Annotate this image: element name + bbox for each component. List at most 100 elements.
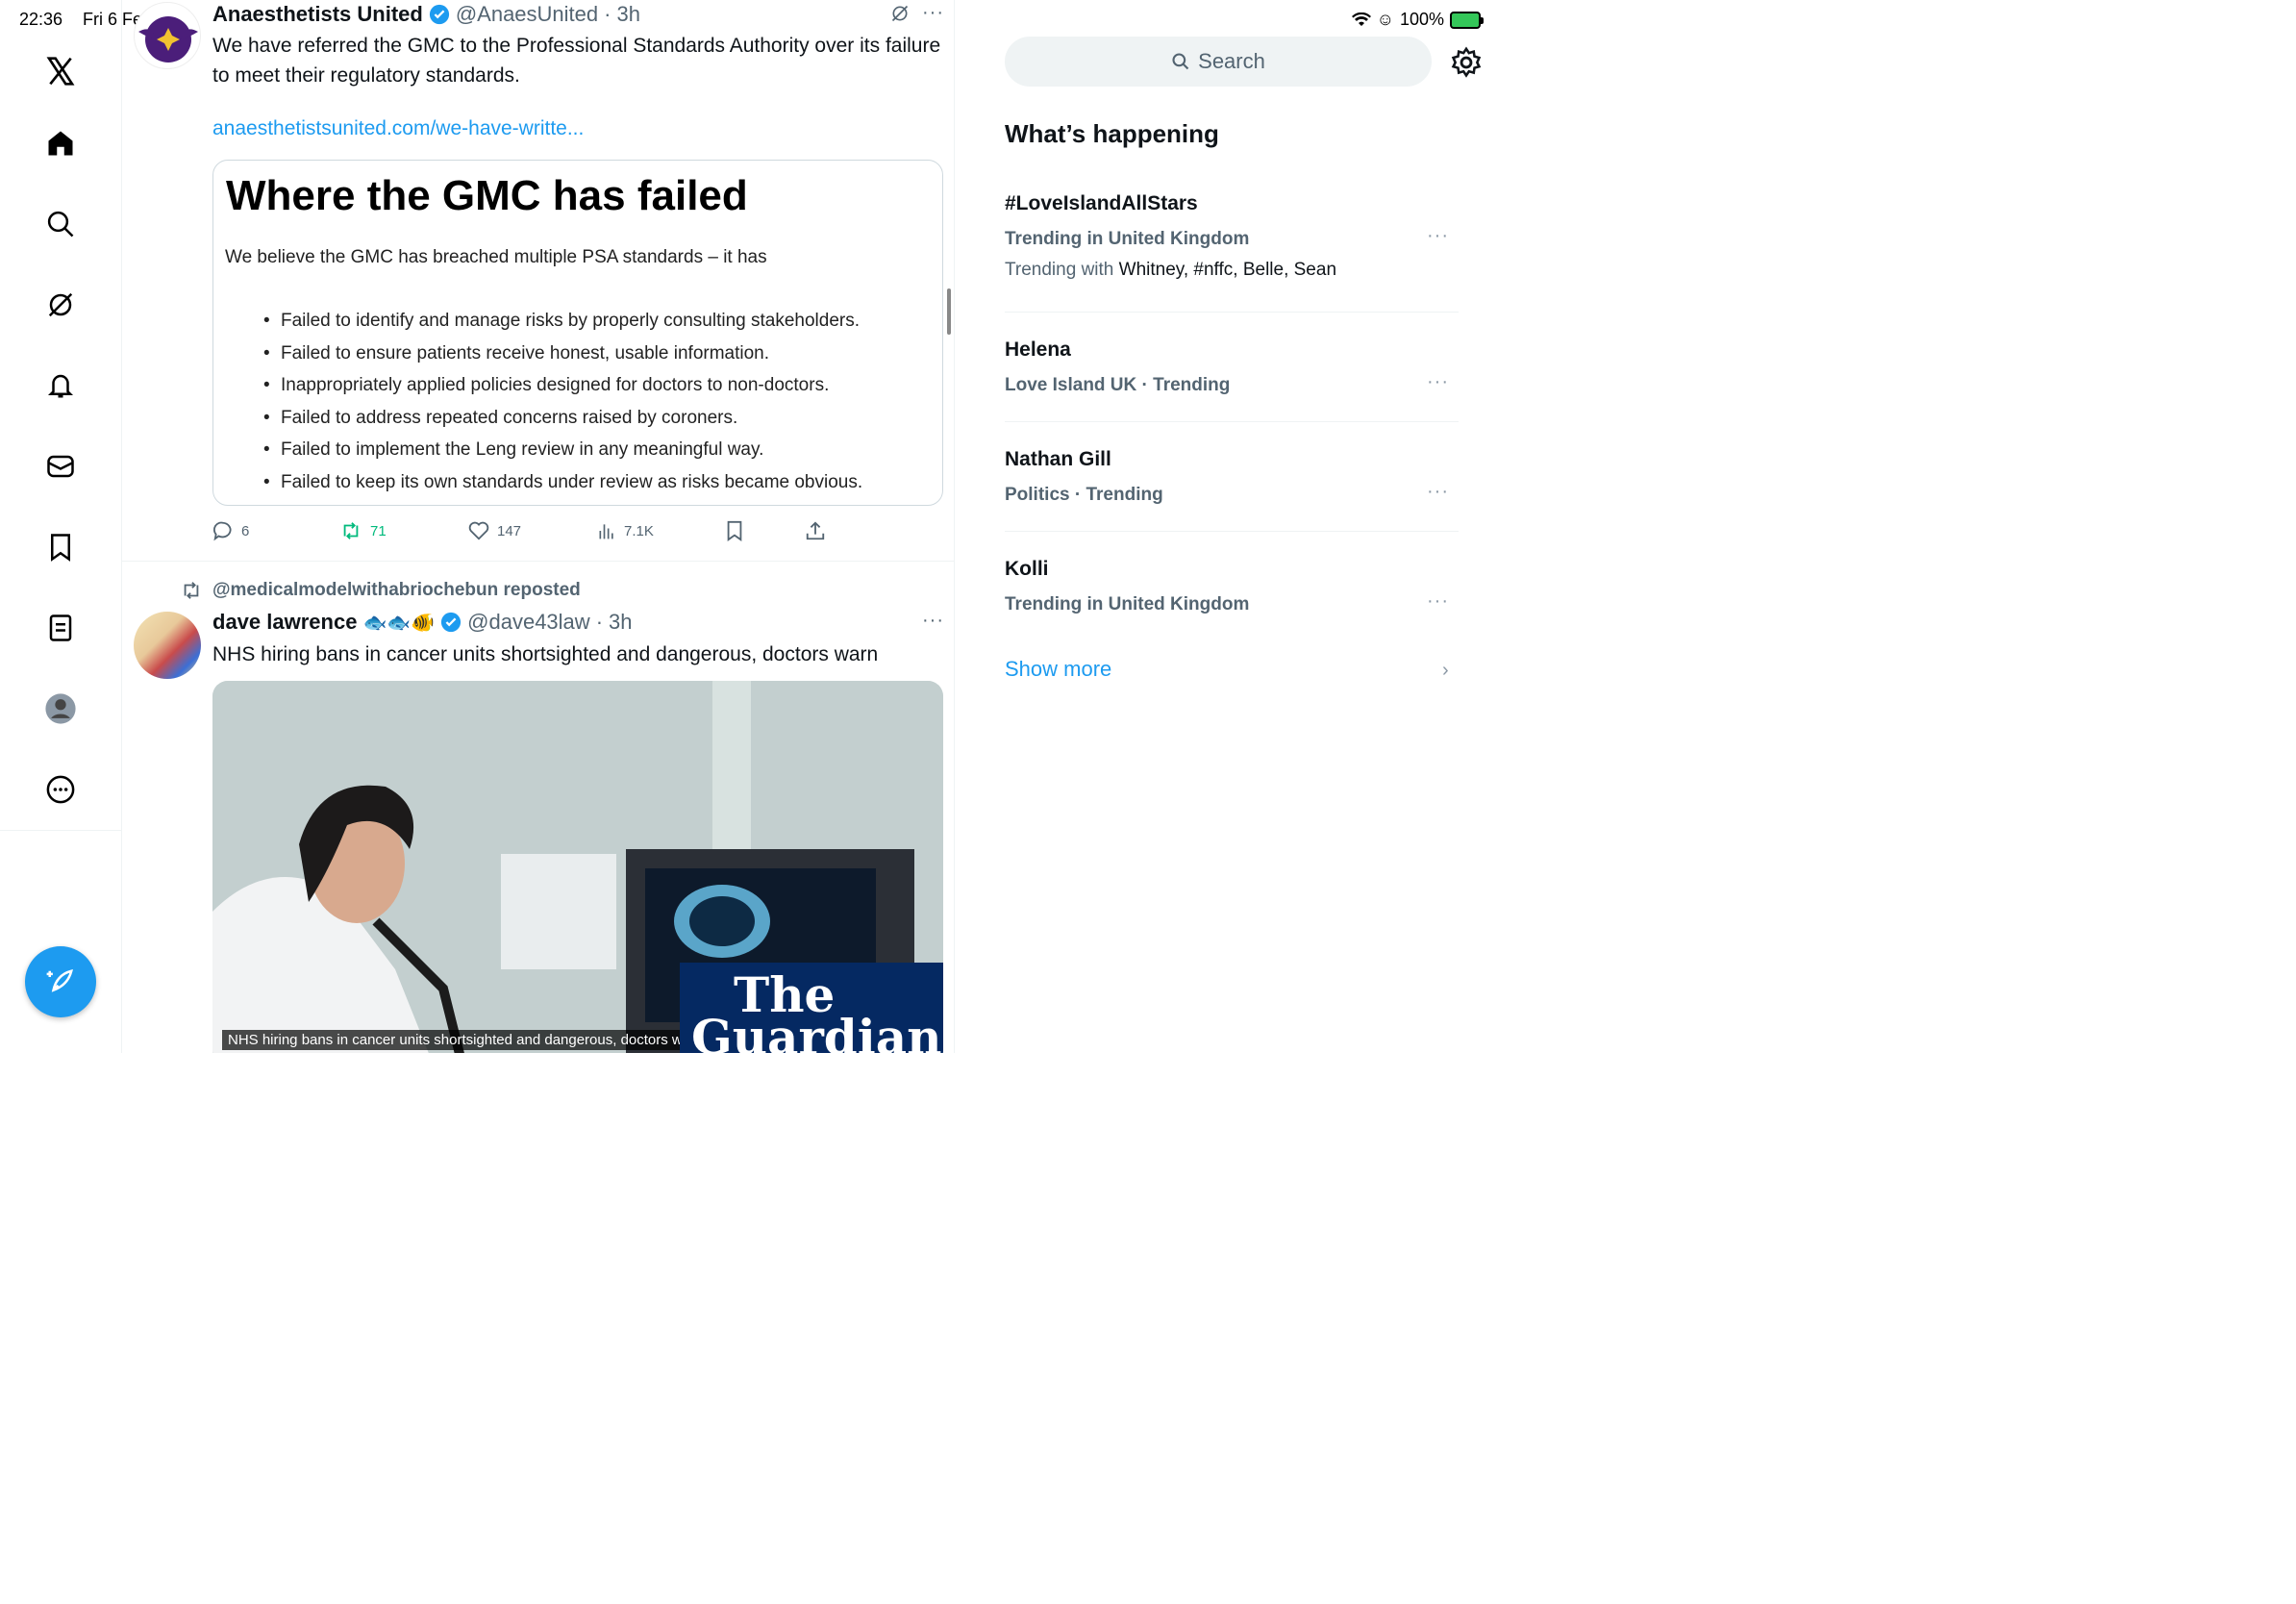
views-icon <box>599 524 613 539</box>
reply-count: 6 <box>241 522 250 539</box>
search-input[interactable]: Search <box>1005 37 1432 87</box>
heart-icon <box>468 521 489 540</box>
author-name[interactable]: Anaesthetists United <box>212 2 423 27</box>
home-icon[interactable] <box>40 123 81 163</box>
list-item: Inappropriately applied policies designe… <box>281 369 931 402</box>
media-image[interactable]: NHS hiring bans in cancer units shortsig… <box>212 681 943 1053</box>
view-count: 7.1K <box>624 522 654 539</box>
bookmark-button[interactable] <box>724 517 745 544</box>
bookmarks-icon[interactable] <box>40 527 81 567</box>
author-handle[interactable]: @AnaesUnited <box>456 2 598 27</box>
repost-button[interactable]: 71 <box>339 517 387 544</box>
share-icon <box>806 521 825 540</box>
battery-icon <box>1450 11 1484 29</box>
trend-divider <box>1005 312 1459 313</box>
trend-meta: Trending in United Kingdom <box>1005 229 1250 249</box>
list-item: Failed to identify and manage risks by p… <box>281 305 931 338</box>
tweet-time[interactable]: 3h <box>616 2 639 27</box>
scrollbar[interactable] <box>947 288 951 335</box>
trend-title: Helena <box>1005 338 1071 361</box>
media-caption: NHS hiring bans in cancer units shortsig… <box>222 1030 710 1050</box>
card-list: Failed to identify and manage risks by p… <box>281 305 931 498</box>
lists-icon[interactable] <box>40 608 81 648</box>
search-icon <box>1172 53 1189 70</box>
repost-icon <box>184 582 199 599</box>
focus-icon: ☺ <box>1376 10 1394 29</box>
repost-indicator[interactable]: @medicalmodelwithabriochebun reposted <box>180 580 581 601</box>
left-nav <box>0 0 122 1053</box>
timeline: Anaesthetists United @AnaesUnited · 3h ·… <box>122 0 955 1053</box>
reposted-by: @medicalmodelwithabriochebun reposted <box>212 580 581 600</box>
trend-with-names: Whitney, #nffc, Belle, Sean <box>1118 260 1337 280</box>
tweet-header: Anaesthetists United @AnaesUnited · 3h <box>212 2 640 27</box>
trend-meta: Love Island UK · Trending <box>1005 375 1231 395</box>
trend-meta: Politics · Trending <box>1005 485 1163 505</box>
verified-icon <box>441 612 462 633</box>
more-icon[interactable] <box>40 769 81 810</box>
trend-title: Kolli <box>1005 558 1049 580</box>
tweet-time[interactable]: 3h <box>609 610 632 635</box>
repost-count: 71 <box>370 522 387 539</box>
x-logo-icon[interactable] <box>40 51 81 91</box>
settings-button[interactable] <box>1450 46 1483 79</box>
trend-divider <box>1005 421 1459 422</box>
list-item: Failed to keep its own standards under r… <box>281 466 931 499</box>
avatar[interactable] <box>134 2 201 69</box>
trend-meta: Trending in United Kingdom <box>1005 594 1250 614</box>
wifi-icon <box>1351 12 1371 26</box>
grok-icon[interactable] <box>40 285 81 325</box>
nav-divider <box>0 830 122 831</box>
more-options-icon[interactable]: ··· <box>1427 590 1449 613</box>
compose-button[interactable] <box>25 946 96 1017</box>
trend-with-label: Trending with <box>1005 260 1114 280</box>
tweet-text: NHS hiring bans in cancer units shortsig… <box>212 643 879 665</box>
views-button[interactable]: 7.1K <box>597 517 654 544</box>
verified-icon <box>429 4 449 25</box>
card-title: Where the GMC has failed <box>226 172 748 219</box>
list-item: Failed to implement the Leng review in a… <box>281 434 931 466</box>
profile-icon[interactable] <box>40 689 81 729</box>
search-placeholder: Search <box>1198 49 1265 73</box>
tweet-header: dave lawrence 🐟🐟🐠 @dave43law · 3h <box>212 610 633 635</box>
chevron-right-icon[interactable]: › <box>1442 660 1449 682</box>
show-more-link[interactable]: Show more <box>1005 657 1111 682</box>
trend-item[interactable]: #LoveIslandAllStars Trending in United K… <box>1005 192 1459 281</box>
trend-title: Nathan Gill <box>1005 448 1111 470</box>
tweet-actions: 6 71 147 7.1K <box>212 517 943 544</box>
reply-icon <box>213 521 232 541</box>
section-title: What’s happening <box>1005 119 1219 148</box>
notifications-icon[interactable] <box>40 365 81 406</box>
tweet-text: We have referred the GMC to the Professi… <box>212 35 941 87</box>
author-name[interactable]: dave lawrence <box>212 610 357 635</box>
author-handle[interactable]: @dave43law <box>467 610 590 635</box>
dot-separator: · <box>595 610 604 634</box>
trend-item[interactable]: Nathan Gill Politics · Trending ··· <box>1005 448 1459 506</box>
trend-item[interactable]: Kolli Trending in United Kingdom ··· <box>1005 558 1459 615</box>
tweet-link[interactable]: anaesthetistsunited.com/we-have-writte..… <box>212 117 584 140</box>
messages-icon[interactable] <box>40 446 81 487</box>
status-indicators: ☺ 100% <box>1351 10 1484 30</box>
more-options-icon[interactable]: ··· <box>1427 371 1449 393</box>
like-button[interactable]: 147 <box>468 517 521 544</box>
brand-line-2: Guardian <box>691 1009 942 1054</box>
search-icon[interactable] <box>40 204 81 244</box>
compose-icon <box>46 969 73 992</box>
card-intro: We believe the GMC has breached multiple… <box>225 247 767 267</box>
link-preview-card[interactable]: Where the GMC has failed We believe the … <box>212 160 943 506</box>
trend-item[interactable]: Helena Love Island UK · Trending ··· <box>1005 338 1459 396</box>
guardian-logo: The Guardian <box>680 963 943 1053</box>
trend-divider <box>1005 531 1459 532</box>
more-options-icon[interactable]: ··· <box>1427 225 1449 247</box>
dot-separator: · <box>604 2 611 26</box>
gear-icon <box>1451 46 1482 78</box>
like-count: 147 <box>497 522 522 539</box>
list-item: Failed to address repeated concerns rais… <box>281 402 931 435</box>
grok-icon[interactable] <box>890 4 910 23</box>
reply-button[interactable]: 6 <box>212 517 249 544</box>
avatar[interactable] <box>134 612 201 679</box>
battery-percent: 100% <box>1399 10 1444 29</box>
more-options-icon[interactable]: ··· <box>1427 481 1449 503</box>
more-options-icon[interactable]: ··· <box>922 610 944 632</box>
more-options-icon[interactable]: ··· <box>922 2 944 24</box>
share-button[interactable] <box>805 517 826 544</box>
